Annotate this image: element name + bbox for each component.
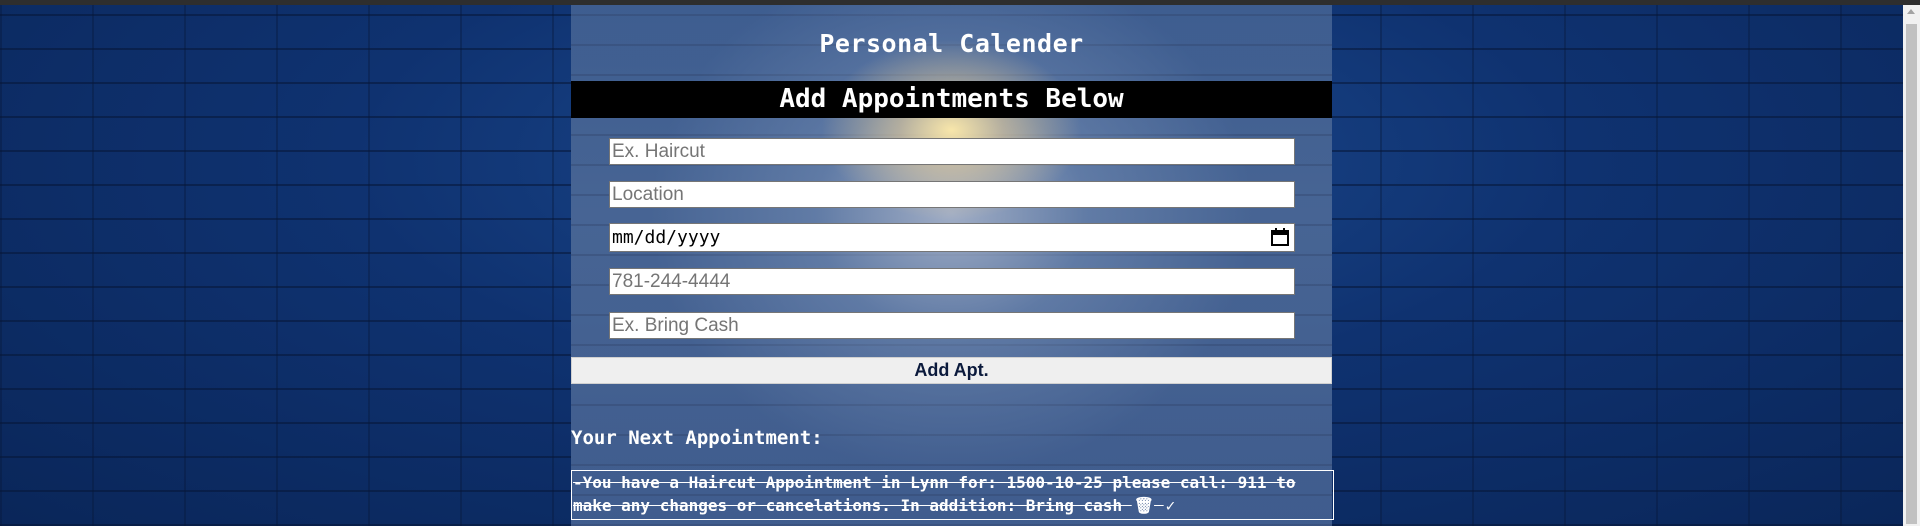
vertical-scrollbar[interactable] bbox=[1903, 5, 1920, 526]
section-header: Add Appointments Below bbox=[571, 81, 1332, 118]
date-input[interactable]: mm/dd/yyyy bbox=[609, 223, 1295, 252]
page-title: Personal Calender bbox=[819, 29, 1084, 58]
checkmark-icon[interactable]: ✓ bbox=[1166, 494, 1176, 517]
appointment-entry: -You have a Haircut Appointment in Lynn … bbox=[571, 470, 1334, 520]
location-input[interactable] bbox=[609, 181, 1295, 208]
appointment-type-input[interactable] bbox=[609, 138, 1295, 165]
date-placeholder: mm/dd/yyyy bbox=[612, 227, 721, 248]
next-appointment-label: Your Next Appointment: bbox=[571, 427, 823, 449]
add-appointment-button[interactable]: Add Apt. bbox=[571, 357, 1332, 384]
scroll-up-arrow-icon[interactable] bbox=[1907, 9, 1915, 14]
calendar-panel: Personal Calender Add Appointments Below… bbox=[571, 5, 1334, 526]
appointment-text: -You have a Haircut Appointment in Lynn … bbox=[573, 473, 1296, 515]
calendar-icon[interactable] bbox=[1270, 227, 1290, 247]
notes-input[interactable] bbox=[609, 312, 1295, 339]
trash-icon[interactable]: 🗑 bbox=[1134, 494, 1154, 517]
phone-input[interactable] bbox=[609, 268, 1295, 295]
scrollbar-thumb[interactable] bbox=[1906, 24, 1917, 524]
